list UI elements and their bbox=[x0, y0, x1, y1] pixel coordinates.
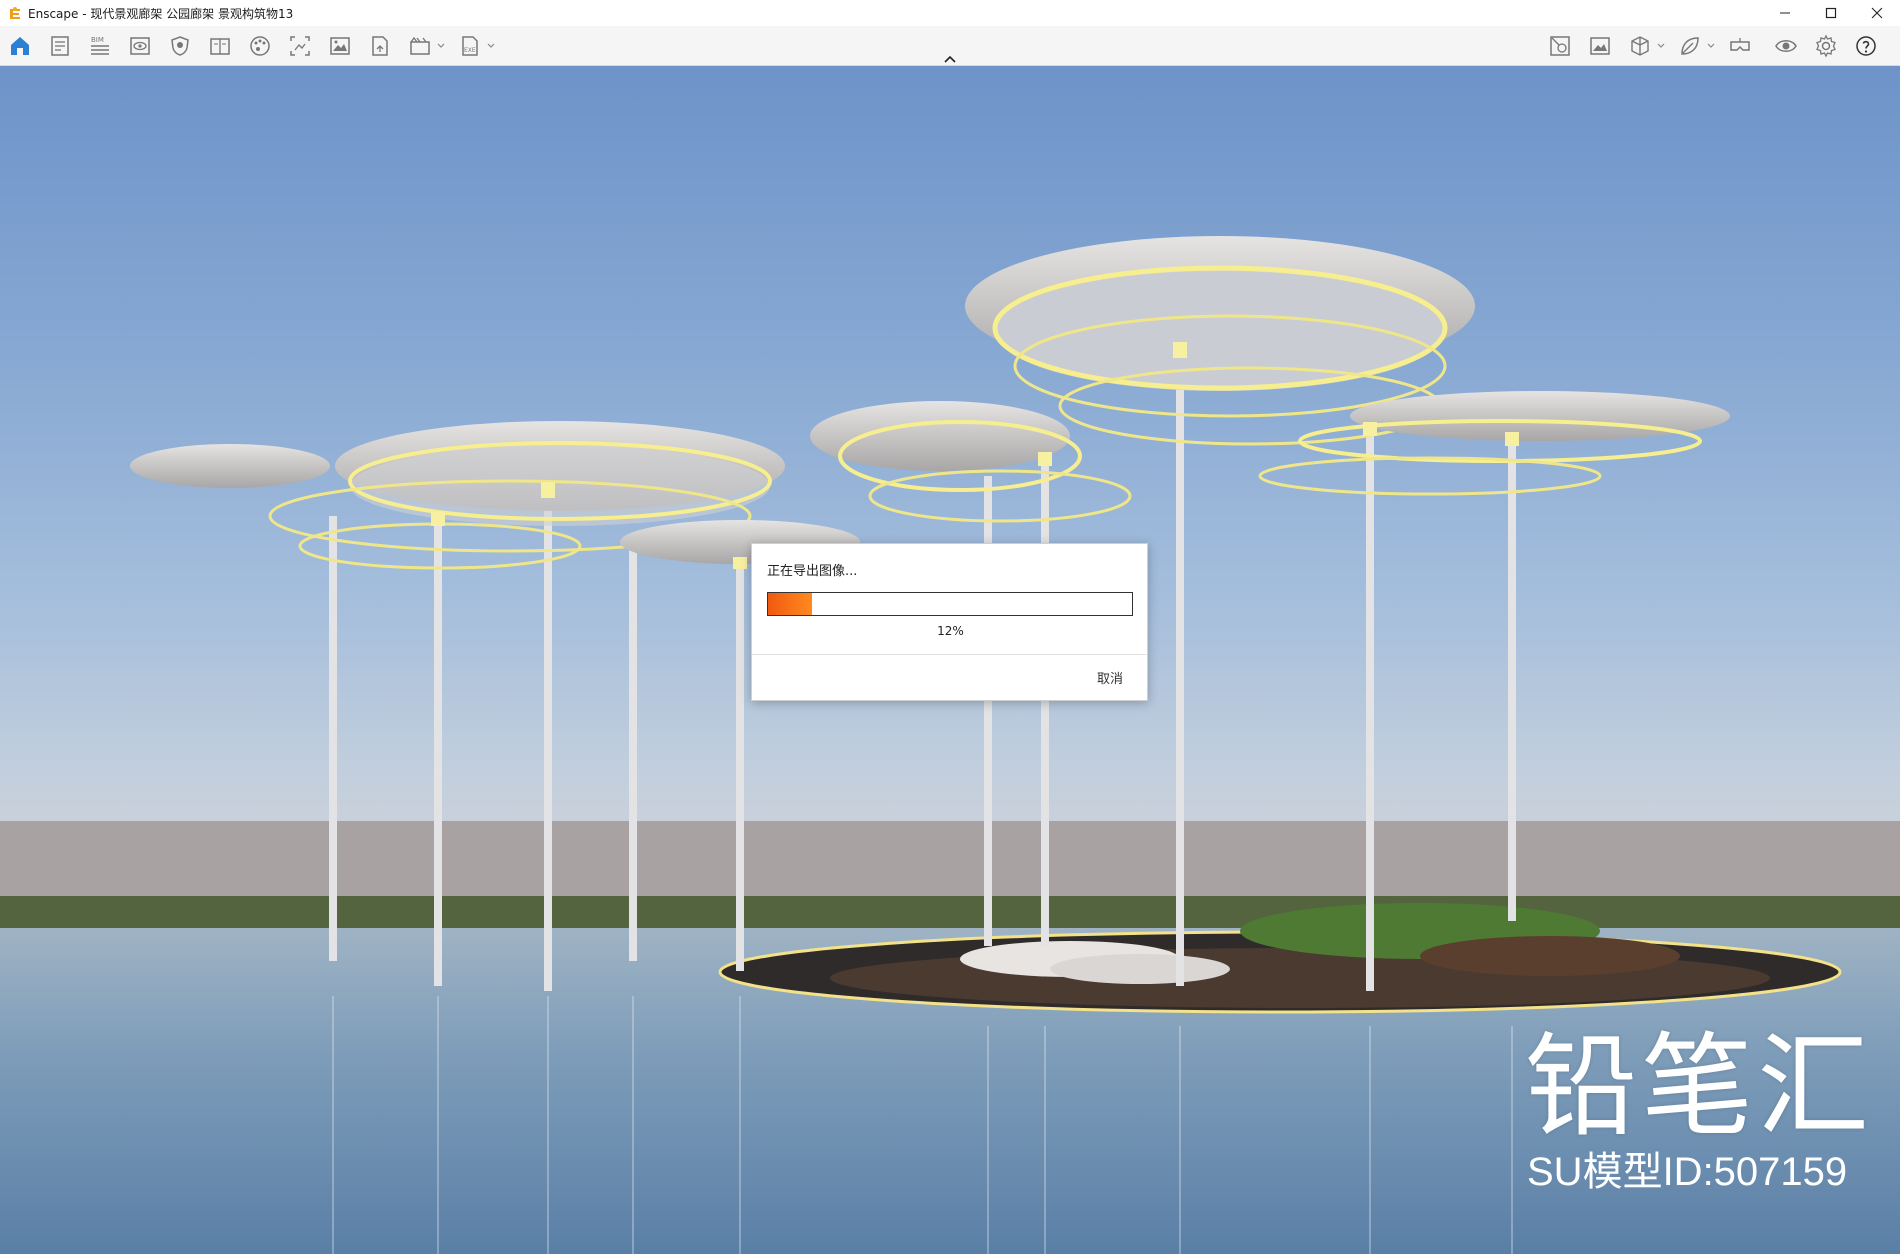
maximize-icon[interactable] bbox=[1808, 0, 1854, 26]
bim-icon[interactable]: BIM bbox=[84, 30, 116, 62]
video-icon[interactable] bbox=[404, 30, 436, 62]
file-export-icon[interactable] bbox=[364, 30, 396, 62]
watermark-brand: 铅笔汇 bbox=[1525, 1022, 1873, 1152]
gallery-icon[interactable] bbox=[1584, 30, 1616, 62]
palette-icon[interactable] bbox=[244, 30, 276, 62]
asset-library-icon[interactable] bbox=[1544, 30, 1576, 62]
eye-icon[interactable] bbox=[1770, 30, 1802, 62]
grass-strip bbox=[0, 896, 1900, 928]
window-title: Enscape - 现代景观廊架 公园廊架 景观构筑物13 bbox=[28, 6, 294, 21]
home-icon[interactable] bbox=[4, 30, 36, 62]
canopy-right bbox=[1258, 391, 1730, 496]
screenshot-icon[interactable] bbox=[284, 30, 316, 62]
exe-label: EXE bbox=[464, 47, 476, 54]
cube-dropdown-chevron-down-icon[interactable] bbox=[1656, 30, 1666, 62]
bim-label: BIM bbox=[91, 36, 104, 44]
watermark-model-id: SU模型ID:507159 bbox=[1527, 1150, 1848, 1194]
dialog-title: 正在导出图像... bbox=[767, 564, 858, 579]
vr-headset-icon[interactable] bbox=[1724, 30, 1756, 62]
toolbar-right-group bbox=[1544, 26, 1890, 66]
window-controls bbox=[1762, 0, 1900, 26]
canopy-middle bbox=[810, 401, 1132, 523]
dialog-divider bbox=[752, 654, 1147, 655]
export-progress-bar bbox=[767, 592, 1133, 616]
video-dropdown-chevron-down-icon[interactable] bbox=[436, 30, 446, 62]
progress-percent: 12% bbox=[937, 624, 964, 638]
planter-box bbox=[1420, 936, 1680, 976]
shield-icon[interactable] bbox=[164, 30, 196, 62]
bench-seat bbox=[1050, 954, 1230, 984]
cube-icon[interactable] bbox=[1624, 30, 1656, 62]
collapse-toolbar-chevron-up-icon[interactable] bbox=[940, 52, 960, 66]
cancel-button[interactable]: 取消 bbox=[1093, 666, 1127, 689]
exe-export-icon[interactable]: EXE bbox=[454, 30, 486, 62]
close-icon[interactable] bbox=[1854, 0, 1900, 26]
minimize-icon[interactable] bbox=[1762, 0, 1808, 26]
title-bar: Enscape - 现代景观廊架 公园廊架 景观构筑物13 bbox=[0, 0, 1900, 26]
background-wall bbox=[0, 821, 1900, 896]
toolbar-left-group: BIM EXE bbox=[4, 26, 504, 66]
enscape-logo-icon bbox=[8, 6, 22, 20]
view-icon[interactable] bbox=[124, 30, 156, 62]
leaf-dropdown-chevron-down-icon[interactable] bbox=[1706, 30, 1716, 62]
exe-dropdown-chevron-down-icon[interactable] bbox=[486, 30, 496, 62]
image-icon[interactable] bbox=[324, 30, 356, 62]
book-icon[interactable] bbox=[204, 30, 236, 62]
help-icon[interactable] bbox=[1850, 30, 1882, 62]
export-progress-dialog: 正在导出图像... 12% 取消 bbox=[751, 543, 1148, 701]
progress-fill bbox=[768, 593, 812, 615]
leaf-icon[interactable] bbox=[1674, 30, 1706, 62]
settings-icon[interactable] bbox=[1810, 30, 1842, 62]
document-icon[interactable] bbox=[44, 30, 76, 62]
